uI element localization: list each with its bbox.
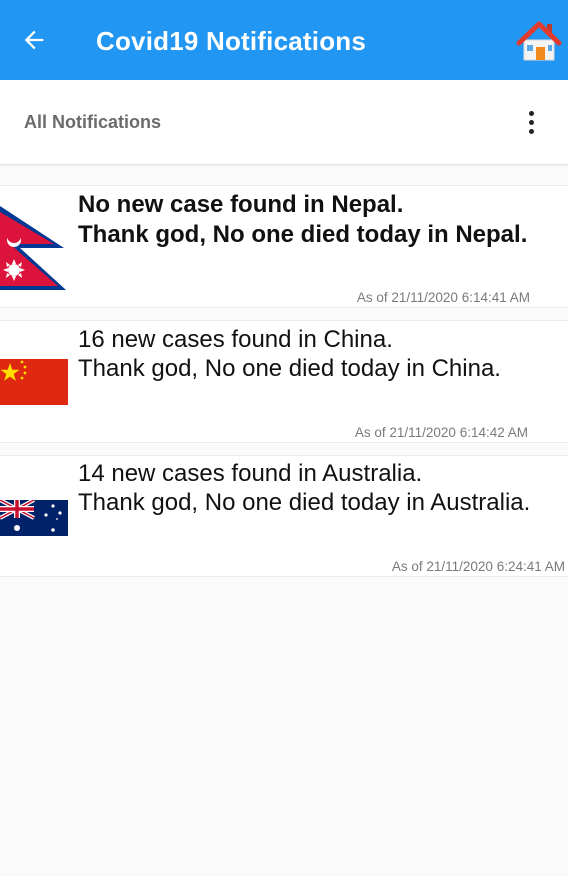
app-bar: Covid19 Notifications (0, 0, 568, 80)
australia-flag-icon (0, 500, 68, 536)
back-button[interactable] (14, 22, 54, 58)
notification-line-cases: 16 new cases found in China. (78, 326, 393, 353)
more-options-button[interactable] (514, 102, 548, 142)
home-icon (516, 21, 562, 61)
notification-timestamp: As of 21/11/2020 6:14:42 AM (354, 425, 528, 440)
notification-line-cases: 14 new cases found in Australia. (78, 460, 423, 487)
notification-line-deaths: Thank god, No one died today in Nepal. (78, 221, 528, 248)
section-title: All Notifications (24, 112, 162, 132)
notification-line-cases: No new case found in Nepal. (78, 191, 404, 218)
notification-card[interactable]: 16 new cases found in China. Thank god, … (0, 320, 568, 443)
more-vertical-icon-dot (528, 128, 534, 134)
more-vertical-icon (528, 110, 534, 116)
section-header: All Notifications (0, 80, 568, 165)
more-vertical-icon-dot (528, 119, 534, 125)
app-title: Covid19 Notifications (96, 26, 367, 56)
arrow-left-icon (24, 30, 44, 50)
notification-line-deaths: Thank god, No one died today in Australi… (78, 489, 531, 516)
notification-card[interactable]: No new case found in Nepal. Thank god, N… (0, 185, 568, 308)
notification-line-deaths: Thank god, No one died today in China. (78, 355, 501, 382)
notification-timestamp: As of 21/11/2020 6:14:41 AM (356, 290, 530, 305)
nepal-flag-icon (0, 206, 66, 290)
home-button[interactable] (516, 18, 562, 64)
notification-timestamp: As of 21/11/2020 6:24:41 AM (391, 559, 565, 574)
china-flag-icon (0, 359, 68, 405)
notification-card[interactable]: 14 new cases found in Australia. Thank g… (0, 455, 568, 577)
